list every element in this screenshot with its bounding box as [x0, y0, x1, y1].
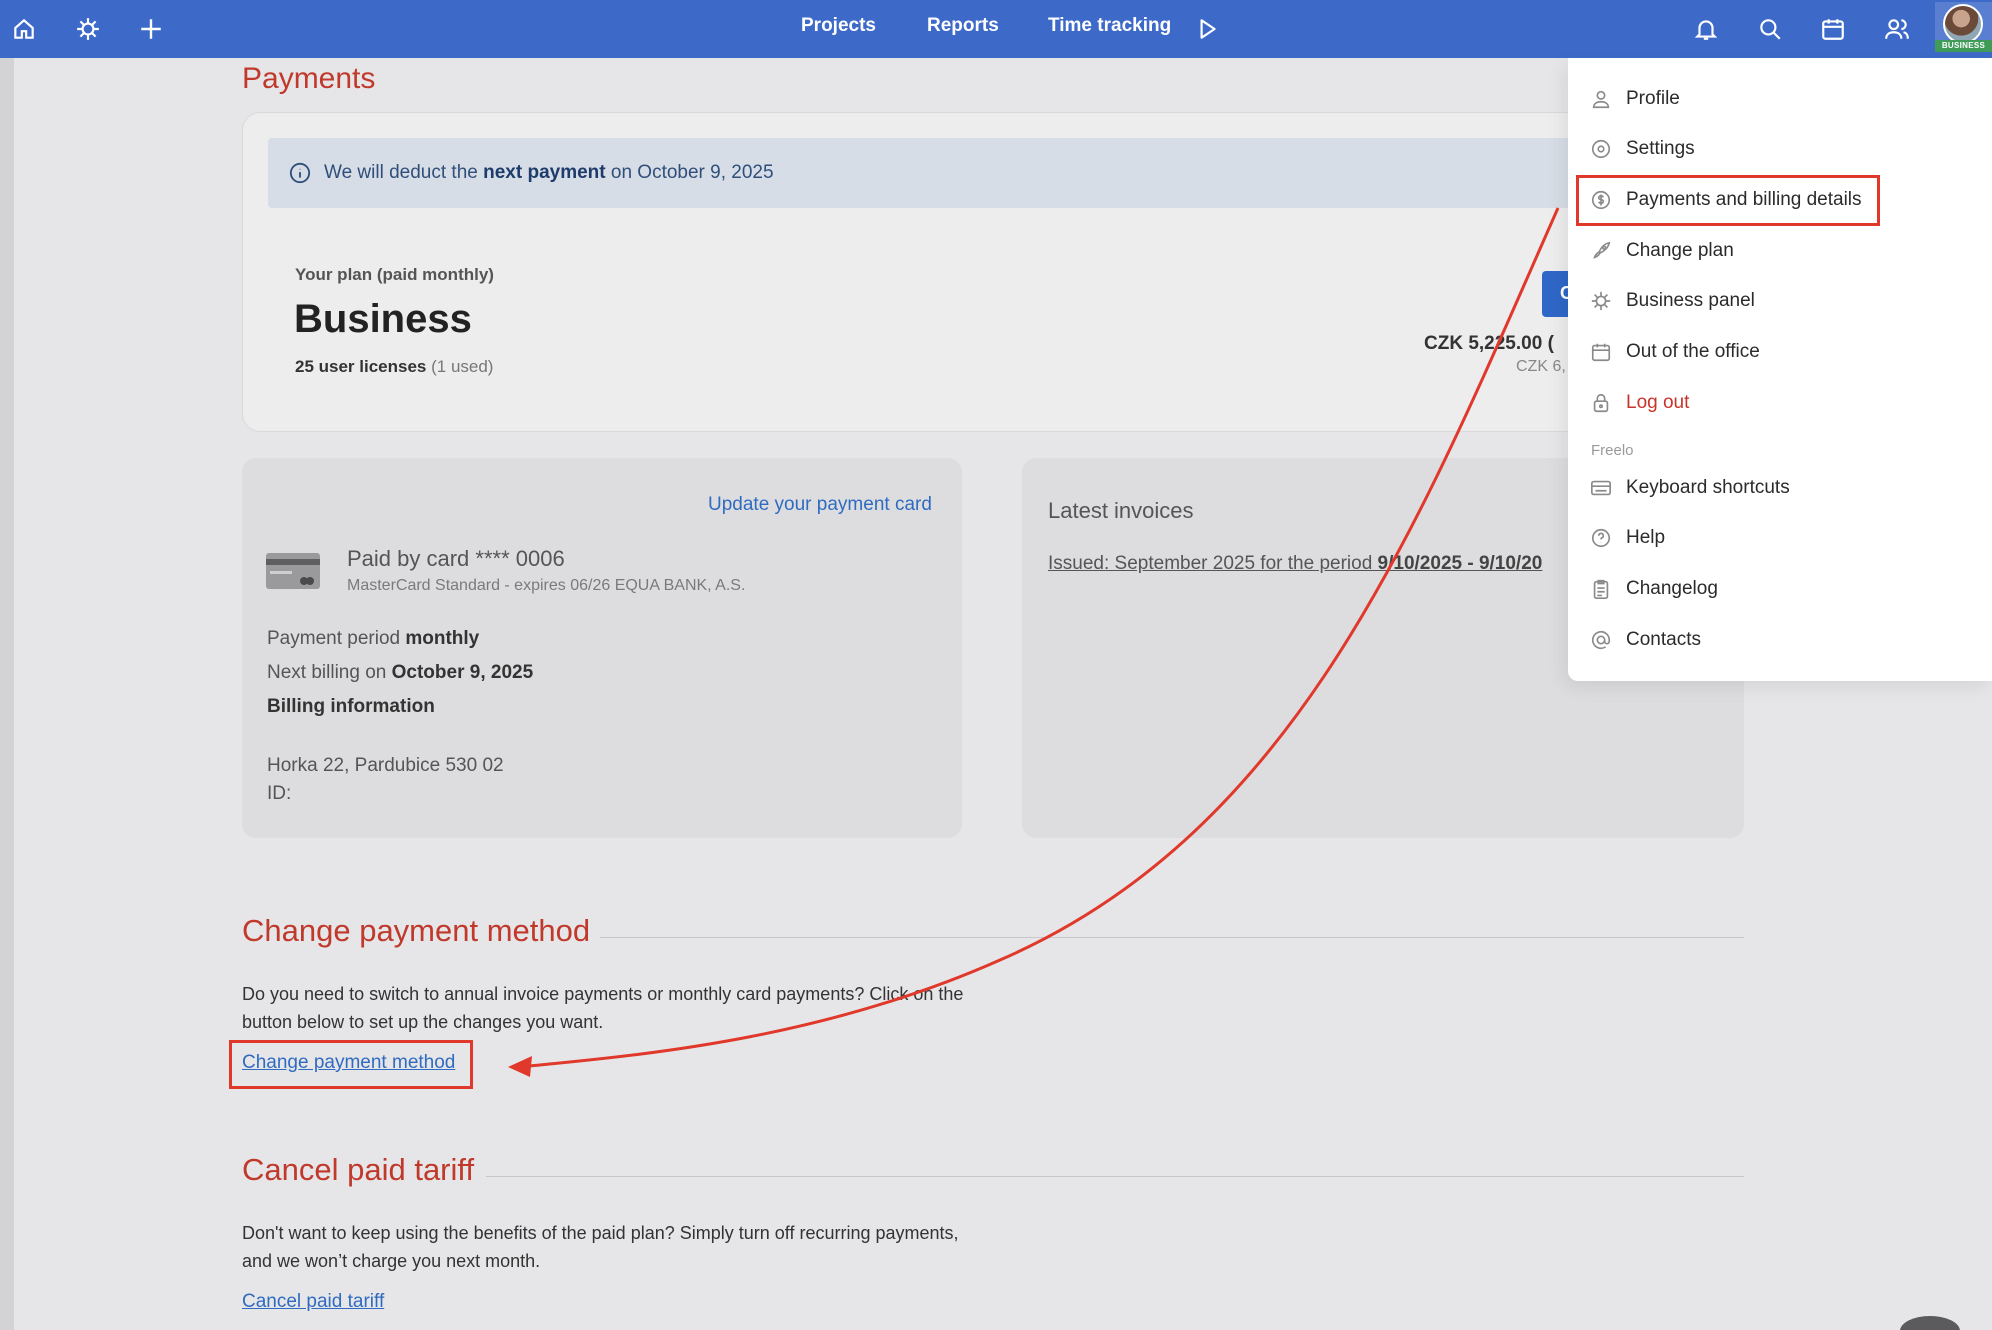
menu-item-label: Change plan [1626, 240, 1734, 261]
plan-price-secondary: CZK 6, [1516, 358, 1566, 375]
credit-card-icon [266, 553, 320, 589]
top-bar: Projects Reports Time tracking BUSINESS [0, 0, 1992, 58]
page-title: Payments [242, 62, 376, 95]
menu-item-log-out[interactable]: Log out [1590, 383, 1970, 423]
menu-item-keyboard-shortcuts[interactable]: Keyboard shortcuts [1590, 468, 1970, 508]
card-details: MasterCard Standard - expires 06/26 EQUA… [347, 577, 746, 594]
change-payment-description: Do you need to switch to annual invoice … [242, 984, 964, 1032]
next-payment-notice: We will deduct the next payment on Octob… [324, 162, 774, 183]
keyboard-icon [1591, 480, 1611, 496]
home-icon[interactable] [5, 10, 43, 48]
bell-icon[interactable] [1687, 10, 1725, 48]
menu-item-label: Changelog [1626, 578, 1718, 599]
user-icon [1592, 90, 1610, 109]
help-bubble[interactable] [1900, 1316, 1960, 1330]
menu-item-changelog[interactable]: Changelog [1590, 569, 1970, 609]
billing-address: Horka 22, Pardubice 530 02 [267, 755, 504, 776]
lock-icon [1593, 393, 1609, 413]
latest-invoices-title: Latest invoices [1048, 498, 1194, 523]
cancel-paid-tariff-link[interactable]: Cancel paid tariff [242, 1291, 384, 1313]
play-icon[interactable] [1188, 10, 1226, 48]
menu-item-label: Keyboard shortcuts [1626, 477, 1790, 498]
calendar-icon [1591, 343, 1611, 362]
nav-reports[interactable]: Reports [927, 15, 999, 37]
menu-item-change-plan[interactable]: Change plan [1590, 231, 1970, 271]
menu-item-label: Help [1626, 527, 1666, 548]
cancel-tariff-description: Don't want to keep using the benefits of… [242, 1223, 959, 1271]
billing-id: ID: [267, 783, 292, 804]
menu-item-label: Profile [1626, 88, 1680, 109]
nav-projects[interactable]: Projects [801, 15, 876, 37]
plan-price: CZK 5,225.00 ( [1424, 333, 1554, 354]
nav-time-tracking[interactable]: Time tracking [1048, 15, 1171, 37]
payment-period: Payment period monthly [267, 628, 480, 649]
at-icon [1591, 630, 1611, 650]
menu-item-help[interactable]: Help [1590, 518, 1970, 558]
menu-section-freelo: Freelo [1591, 442, 1634, 459]
menu-item-out-of-office[interactable]: Out of the office [1590, 332, 1970, 372]
section-divider [486, 1176, 1744, 1177]
menu-item-label: Settings [1626, 138, 1695, 159]
avatar [1943, 4, 1983, 44]
left-edge-strip [0, 58, 14, 1330]
menu-item-business-panel[interactable]: Business panel [1590, 281, 1970, 321]
plan-licenses: 25 user licenses (1 used) [295, 357, 494, 376]
rocket-icon [1593, 241, 1611, 259]
change-payment-method-title: Change payment method [242, 913, 591, 948]
menu-item-settings[interactable]: Settings [1590, 129, 1970, 169]
plan-badge: BUSINESS [1935, 40, 1992, 52]
info-icon [289, 162, 311, 184]
calendar-icon[interactable] [1814, 10, 1852, 48]
menu-item-contacts[interactable]: Contacts [1590, 620, 1970, 660]
cancel-paid-tariff-title: Cancel paid tariff [242, 1152, 475, 1187]
search-icon[interactable] [1751, 10, 1789, 48]
menu-item-label: Contacts [1626, 629, 1701, 650]
paid-by-card: Paid by card **** 0006 [347, 546, 565, 571]
menu-item-label: Log out [1626, 392, 1690, 413]
menu-item-label: Out of the office [1626, 341, 1760, 362]
highlight-box-payments-billing [1576, 175, 1880, 226]
users-icon[interactable] [1878, 10, 1916, 48]
help-icon [1591, 528, 1611, 548]
business-wheel-icon [1591, 291, 1611, 311]
plan-label: Your plan (paid monthly) [295, 265, 494, 284]
invoice-link[interactable]: Issued: September 2025 for the period 9/… [1048, 553, 1542, 575]
billing-information-heading: Billing information [267, 696, 435, 717]
update-payment-card-link[interactable]: Update your payment card [708, 494, 932, 516]
next-billing: Next billing on October 9, 2025 [267, 662, 534, 683]
plan-name: Business [294, 297, 472, 341]
account-avatar-button[interactable]: BUSINESS [1935, 2, 1992, 52]
menu-item-label: Business panel [1626, 290, 1755, 311]
highlight-box-change-payment [229, 1040, 473, 1089]
clipboard-icon [1593, 579, 1609, 599]
gear-icon [1591, 139, 1611, 159]
section-divider [600, 937, 1744, 938]
business-wheel-icon[interactable] [69, 10, 107, 48]
plus-icon[interactable] [132, 10, 170, 48]
menu-item-profile[interactable]: Profile [1590, 79, 1970, 119]
